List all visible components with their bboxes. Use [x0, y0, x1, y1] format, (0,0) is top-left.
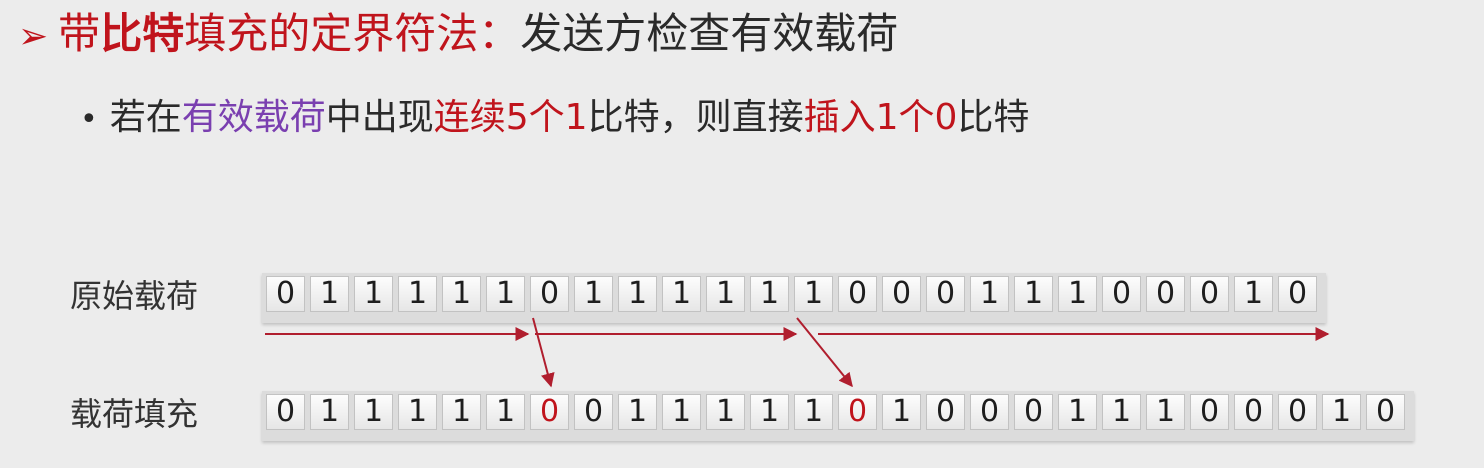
insert-arrow-1: [532, 317, 555, 388]
bit-flow-arrows: [265, 317, 1330, 388]
insert-arrow-2: [796, 317, 853, 388]
